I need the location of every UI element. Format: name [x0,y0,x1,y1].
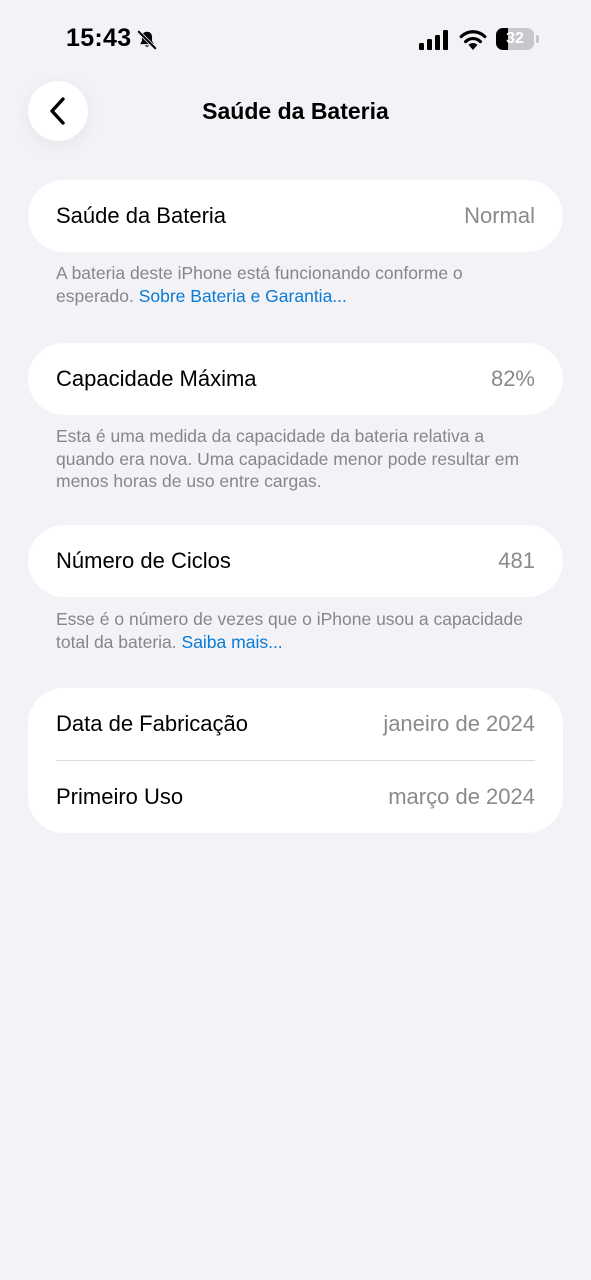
first-use-row: Primeiro Uso março de 2024 [28,761,563,833]
battery-warranty-link[interactable]: Sobre Bateria e Garantia... [139,286,347,306]
bell-slash-icon [137,30,157,50]
cycle-count-footer: Esse é o número de vezes que o iPhone us… [56,608,526,653]
manufacture-date-row: Data de Fabricação janeiro de 2024 [28,688,563,760]
status-bar: 15:43 32 [0,0,591,80]
battery-health-footer: A bateria deste iPhone está funcionando … [56,262,526,307]
cycle-count-card: Número de Ciclos 481 [28,525,563,597]
battery-icon: 32 [496,28,540,50]
battery-health-card: Saúde da Bateria Normal [28,180,563,252]
max-capacity-footer: Esta é uma medida da capacidade da bater… [56,425,526,493]
cycle-count-row: Número de Ciclos 481 [28,525,563,597]
max-capacity-value: 82% [490,366,535,391]
max-capacity-description: Esta é uma medida da capacidade da bater… [56,426,520,491]
cycle-count-value: 481 [498,548,535,573]
learn-more-link[interactable]: Saiba mais... [182,632,283,652]
status-time: 15:43 [66,24,132,52]
battery-health-value: Normal [464,203,535,228]
max-capacity-row: Capacidade Máxima 82% [28,343,563,415]
wifi-icon [459,30,487,50]
cellular-signal-icon [419,30,448,50]
battery-level: 32 [506,30,524,47]
cycle-count-description: Esse é o número de vezes que o iPhone us… [56,609,523,652]
dates-card: Data de Fabricação janeiro de 2024 Prime… [28,688,563,833]
max-capacity-label: Capacidade Máxima [56,366,257,391]
manufacture-date-value: janeiro de 2024 [383,711,535,736]
first-use-label: Primeiro Uso [56,784,184,809]
first-use-value: março de 2024 [388,784,535,809]
battery-health-row: Saúde da Bateria Normal [28,180,563,252]
page-title: Saúde da Bateria [202,98,389,124]
manufacture-date-label: Data de Fabricação [56,711,248,736]
battery-health-label: Saúde da Bateria [56,203,227,228]
max-capacity-card: Capacidade Máxima 82% [28,343,563,415]
cycle-count-label: Número de Ciclos [56,548,231,573]
